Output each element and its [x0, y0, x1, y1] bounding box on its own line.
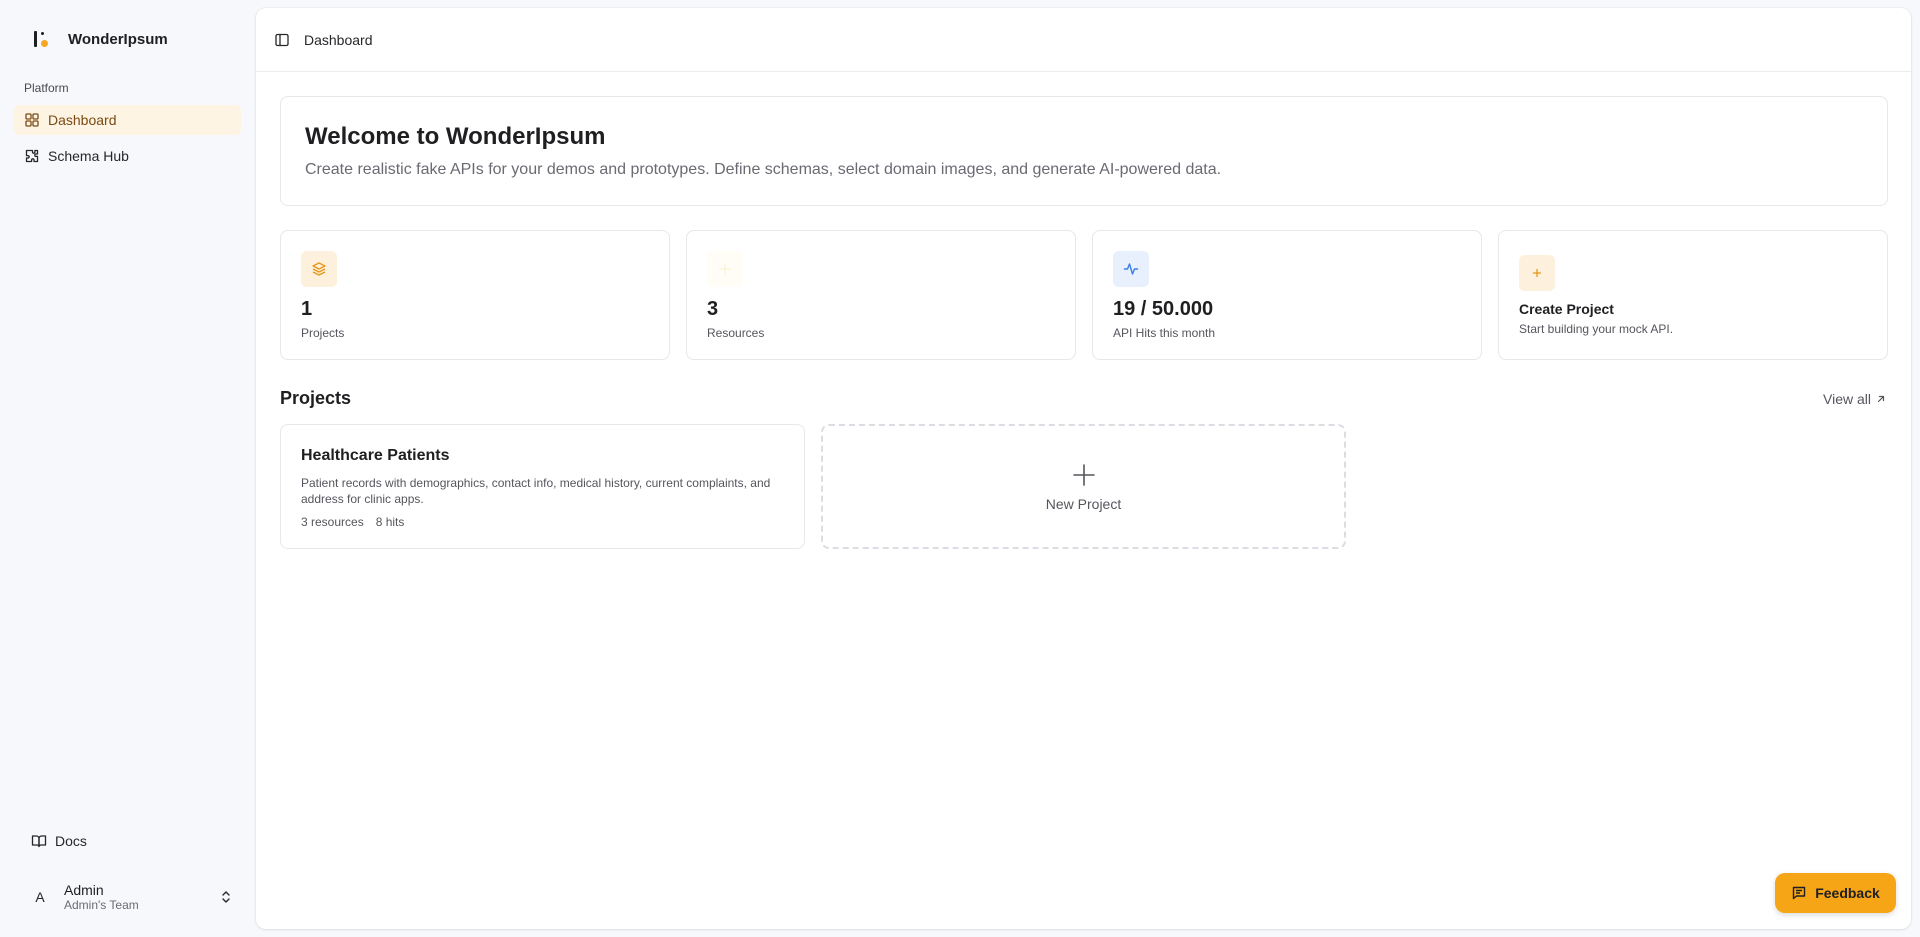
user-name: Admin — [64, 881, 104, 898]
stat-card-resources: 3 Resources — [686, 230, 1076, 360]
user-menu[interactable]: A Admin Admin's Team — [24, 877, 234, 917]
sidebar-toggle-icon[interactable] — [274, 32, 290, 48]
book-open-icon — [31, 835, 47, 848]
sparkle-icon — [707, 251, 743, 287]
welcome-title: Welcome to WonderIpsum — [305, 123, 606, 150]
project-description: Patient records with demographics, conta… — [301, 476, 771, 506]
stat-value: 3 — [707, 298, 719, 320]
plus-icon — [1072, 463, 1095, 486]
view-all-link[interactable]: View all — [1823, 391, 1887, 407]
topbar: Dashboard — [256, 8, 1911, 72]
welcome-subtitle: Create realistic fake APIs for your demo… — [305, 161, 1222, 178]
message-square-icon — [1793, 886, 1806, 900]
main-panel: Dashboard Welcome to WonderIpsum Create … — [256, 8, 1911, 929]
nav-group-label: Platform — [24, 81, 69, 95]
project-hits: 8 hits — [375, 515, 405, 529]
grid-icon — [25, 113, 39, 127]
sidebar-item-label: Schema Hub — [48, 148, 129, 164]
sidebar-item-schema-hub[interactable]: Schema Hub — [14, 141, 241, 171]
create-project-subtitle: Start building your mock API. — [1519, 322, 1674, 336]
stat-label: Resources — [707, 326, 765, 340]
stat-label: API Hits this month — [1113, 326, 1216, 340]
new-project-button[interactable]: New Project — [821, 424, 1346, 549]
stat-label: Projects — [301, 326, 345, 340]
brand[interactable]: WonderIpsum — [32, 28, 168, 50]
arrow-up-right-icon — [1877, 395, 1885, 403]
brand-logo-icon — [32, 28, 50, 50]
stat-value: 1 — [301, 298, 313, 320]
feedback-button[interactable]: Feedback — [1775, 873, 1896, 913]
chevrons-up-down-icon[interactable] — [218, 889, 234, 905]
docs-label: Docs — [55, 833, 87, 849]
project-name: Healthcare Patients — [301, 447, 450, 464]
stat-card-api-hits: 19 / 50.000 API Hits this month — [1092, 230, 1482, 360]
stat-card-projects: 1 Projects — [280, 230, 670, 360]
puzzle-icon — [25, 149, 39, 163]
page-title: Dashboard — [304, 31, 373, 48]
create-project-card[interactable]: Create Project Start building your mock … — [1498, 230, 1888, 360]
project-resources: 3 resources — [301, 515, 364, 529]
brand-name: WonderIpsum — [68, 30, 168, 48]
sidebar-item-dashboard[interactable]: Dashboard — [14, 105, 241, 135]
plus-icon — [1519, 255, 1555, 291]
sidebar-item-label: Dashboard — [48, 112, 117, 128]
welcome-banner: Welcome to WonderIpsum Create realistic … — [280, 96, 1888, 206]
layers-icon — [301, 251, 337, 287]
create-project-title: Create Project — [1519, 301, 1614, 317]
avatar: A — [35, 889, 45, 905]
project-card-healthcare-patients[interactable]: Healthcare Patients Patient records with… — [280, 424, 805, 549]
stat-value: 19 / 50.000 — [1113, 298, 1214, 320]
project-meta: 3 resources 8 hits — [301, 515, 784, 529]
user-team: Admin's Team — [64, 897, 139, 912]
new-project-label: New Project — [1045, 495, 1122, 512]
docs-link[interactable]: Docs — [24, 829, 87, 853]
activity-icon — [1113, 251, 1149, 287]
view-all-label: View all — [1823, 391, 1871, 407]
projects-section-title: Projects — [280, 388, 352, 408]
sidebar: WonderIpsum Platform Dashboard Schema Hu… — [0, 0, 256, 937]
feedback-label: Feedback — [1815, 885, 1880, 901]
